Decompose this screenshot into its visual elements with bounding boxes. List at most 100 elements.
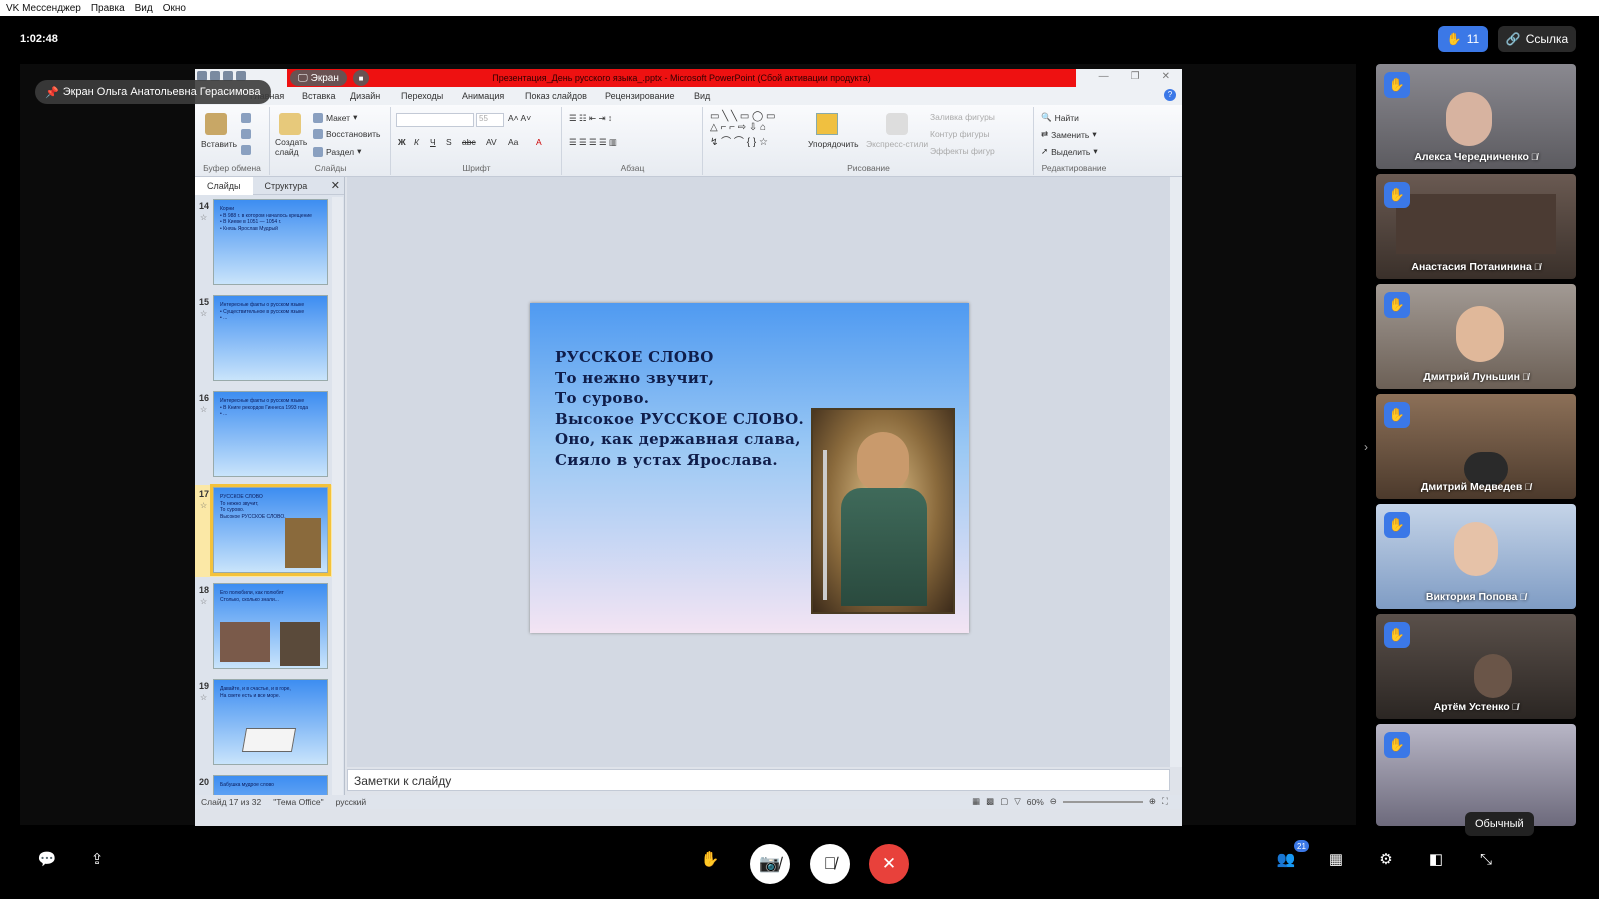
tab-insert[interactable]: Вставка xyxy=(302,91,335,101)
slide-thumbnail-selected[interactable]: 17 ☆ РУССКОЕ СЛОВО То нежно звучит, То с… xyxy=(195,484,335,577)
paste-icon[interactable] xyxy=(205,113,227,135)
tab-transitions[interactable]: Переходы xyxy=(401,91,443,101)
camera-toggle-button[interactable]: ■ xyxy=(353,70,369,86)
font-name-select[interactable] xyxy=(396,113,474,127)
sorter-view-icon[interactable]: ▩ xyxy=(986,796,994,807)
tab-slideshow[interactable]: Показ слайдов xyxy=(525,91,587,101)
minimize-icon[interactable]: — xyxy=(1099,71,1109,82)
tab-view[interactable]: Вид xyxy=(694,91,710,101)
participant-tile[interactable]: ✋ Дмитрий Медведев 🎙̸ xyxy=(1376,394,1576,499)
layout-toggle-button[interactable]: ◧ xyxy=(1425,848,1447,870)
menu-window[interactable]: Окно xyxy=(163,3,186,14)
language[interactable]: русский xyxy=(336,797,367,807)
menu-app[interactable]: VK Мессенджер xyxy=(6,3,81,14)
underline-icon[interactable]: Ч xyxy=(430,137,436,147)
participant-tile[interactable]: ✋ Виктория Попова 🎙̸ xyxy=(1376,504,1576,609)
tab-animations[interactable]: Анимация xyxy=(462,91,504,101)
chat-button[interactable]: 💬 xyxy=(36,848,58,870)
fit-window-icon[interactable]: ⛶ xyxy=(1162,796,1168,807)
zoom-slider[interactable] xyxy=(1062,800,1143,803)
cut-icon[interactable] xyxy=(241,113,251,123)
normal-view-icon[interactable]: ▦ xyxy=(972,796,980,807)
participants-button[interactable]: 👥 xyxy=(1275,848,1297,870)
fill-button[interactable]: Заливка фигуры xyxy=(930,112,995,122)
participant-tile[interactable]: ✋ Артём Устенко 🎙̸ xyxy=(1376,614,1576,719)
zoom-level[interactable]: 60% xyxy=(1027,797,1044,807)
case-icon[interactable]: Aa xyxy=(508,137,518,147)
reset-button[interactable]: Восстановить xyxy=(313,129,380,139)
paste-button[interactable]: Вставить xyxy=(201,139,237,149)
menu-view[interactable]: Вид xyxy=(135,3,153,14)
copy-link-button[interactable]: 🔗 Ссылка xyxy=(1498,26,1576,52)
outline-button[interactable]: Контур фигуры xyxy=(930,129,989,139)
quick-styles-icon[interactable] xyxy=(886,113,908,135)
participant-tile[interactable]: ✋ Алекса Чередниченко 🎙̸ xyxy=(1376,64,1576,169)
bullets-icon[interactable]: ☰ ☷ ⇤ ⇥ ↕ xyxy=(569,113,612,124)
layout-button[interactable]: Макет ▾ xyxy=(313,112,357,123)
menu-edit[interactable]: Правка xyxy=(91,3,125,14)
tab-slides[interactable]: Слайды xyxy=(195,176,253,195)
format-painter-icon[interactable] xyxy=(241,145,251,155)
effects-button[interactable]: Эффекты фигур xyxy=(930,146,995,156)
replace-button[interactable]: ⇄ Заменить ▾ xyxy=(1041,129,1097,140)
strike-icon[interactable]: abc xyxy=(462,137,476,147)
arrange-icon[interactable] xyxy=(816,113,838,135)
participant-tile[interactable]: ✋ Анастасия Потанинина 🎙̸ xyxy=(1376,174,1576,279)
slideshow-view-icon[interactable]: ▽ xyxy=(1014,796,1021,807)
find-button[interactable]: 🔍 Найти xyxy=(1041,112,1079,123)
editor-scrollbar[interactable] xyxy=(1170,177,1182,767)
slide-thumbnail[interactable]: 19 ☆ Давайте, и в счастье, и в горе, На … xyxy=(195,677,335,769)
zoom-out-icon[interactable]: ⊖ xyxy=(1050,796,1057,807)
participant-name-text: Артём Устенко xyxy=(1433,701,1510,713)
help-icon[interactable]: ? xyxy=(1164,89,1176,101)
tab-outline[interactable]: Структура xyxy=(253,177,320,195)
raised-hands-button[interactable]: ✋ 11 xyxy=(1438,26,1488,52)
close-icon[interactable]: ✕ xyxy=(1162,71,1170,82)
slide-portrait-image[interactable] xyxy=(811,408,955,614)
section-button[interactable]: Раздел ▾ xyxy=(313,146,361,157)
panel-scrollbar[interactable] xyxy=(332,197,343,797)
tab-design[interactable]: Дизайн xyxy=(350,91,380,101)
grow-font-icon[interactable]: A˄ A˅ xyxy=(508,113,531,123)
end-call-button[interactable]: ✕ xyxy=(869,844,909,884)
restore-icon[interactable]: ❐ xyxy=(1131,71,1140,82)
slide-thumbnail[interactable]: 14 ☆ Корни • В 988 г. в котором началось… xyxy=(195,197,335,289)
slide-thumbnail[interactable]: 15 ☆ Интересные факты о русском языке • … xyxy=(195,293,335,385)
slide-thumbnail[interactable]: 16 ☆ Интересные факты о русском языке • … xyxy=(195,389,335,481)
close-icon[interactable]: ✕ xyxy=(331,179,340,192)
slide-thumbnail[interactable]: 20 Бабушка мудрое слово xyxy=(195,773,335,797)
notes-field[interactable]: Заметки к слайду xyxy=(347,769,1170,791)
italic-icon[interactable]: К xyxy=(414,137,419,147)
arrange-button[interactable]: Упорядочить xyxy=(808,139,859,149)
shadow-icon[interactable]: S xyxy=(446,137,452,147)
font-size-select[interactable]: 55 xyxy=(476,113,504,127)
screen-share-badge[interactable]: 📌 Экран Ольга Анатольевна Герасимова xyxy=(35,80,271,104)
tab-review[interactable]: Рецензирование xyxy=(605,91,675,101)
raise-hand-button[interactable]: ✋ xyxy=(699,848,721,870)
select-button[interactable]: ➚ Выделить ▾ xyxy=(1041,146,1098,157)
shapes-gallery-icon[interactable]: ▭ ╲ ╲ ▭ ◯ ▭ △ ⌐ ⌐ ⇨ ⇩ ⌂ ↯ ⌒ ⌒ { } ☆ xyxy=(710,111,775,148)
current-slide[interactable]: РУССКОЕ СЛОВО То нежно звучит, То сурово… xyxy=(530,303,969,633)
bold-icon[interactable]: Ж xyxy=(398,137,406,147)
new-slide-button[interactable]: Создать слайд xyxy=(275,137,309,157)
reading-view-icon[interactable]: ▢ xyxy=(1000,796,1008,807)
mic-off-button[interactable]: 🎙̸ xyxy=(810,844,850,884)
camera-off-button[interactable]: 📷̸ xyxy=(750,844,790,884)
settings-button[interactable]: ⚙ xyxy=(1375,848,1397,870)
participant-tile[interactable]: ✋ xyxy=(1376,724,1576,826)
font-color-icon[interactable]: A xyxy=(536,137,542,147)
grid-view-button[interactable]: ▦ xyxy=(1325,848,1347,870)
spacing-icon[interactable]: AV xyxy=(486,137,497,147)
exit-fullscreen-button[interactable]: ⤡ xyxy=(1475,848,1497,870)
align-icons[interactable]: ☰ ☰ ☰ ☰ ▥ xyxy=(569,137,617,148)
quick-styles-button[interactable]: Экспресс-стили xyxy=(866,139,928,149)
share-screen-bottom-button[interactable]: ⇪ xyxy=(86,848,108,870)
share-screen-button[interactable]: 🖵 Экран xyxy=(290,70,347,86)
zoom-in-icon[interactable]: ⊕ xyxy=(1149,796,1156,807)
participant-tile[interactable]: ✋ Дмитрий Луньшин 🎙̸ xyxy=(1376,284,1576,389)
slide-thumbnail[interactable]: 18 ☆ Его полюбили, как полюбят Столько, … xyxy=(195,581,335,673)
new-slide-icon[interactable] xyxy=(279,113,301,135)
chevron-right-icon[interactable]: › xyxy=(1364,440,1368,454)
slide-poem[interactable]: РУССКОЕ СЛОВО То нежно звучит, То сурово… xyxy=(555,347,804,470)
copy-icon[interactable] xyxy=(241,129,251,139)
